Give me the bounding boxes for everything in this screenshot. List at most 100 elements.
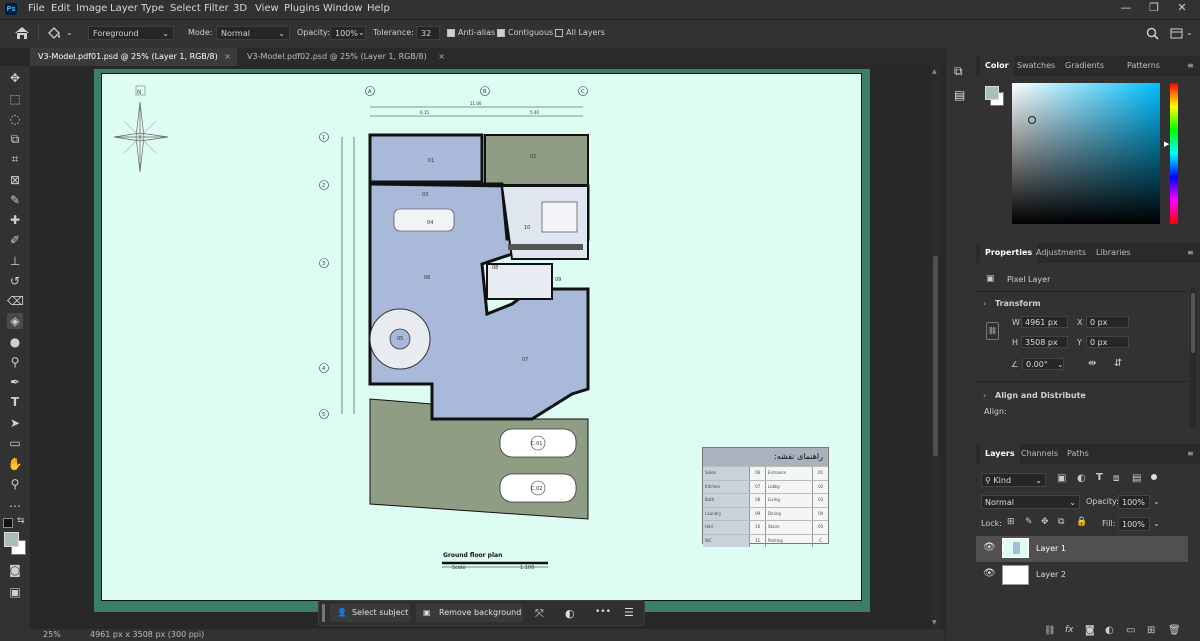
settings-sliders-icon[interactable]: ☰	[624, 606, 634, 619]
workspace-chevron-icon[interactable]: ⌄	[1186, 28, 1193, 37]
lock-all-icon[interactable]: 🔒	[1076, 517, 1087, 527]
tab-color[interactable]: Color	[980, 56, 1014, 76]
document-sheet[interactable]: N A B C 11.00 6.15 5.40 1 2 3 4 5 C.01 C…	[101, 73, 862, 601]
menu-type[interactable]: Type	[141, 3, 164, 14]
frame-tool-icon[interactable]: ⊠	[7, 172, 23, 188]
move-tool-icon[interactable]: ✥	[7, 70, 23, 86]
hue-slider-handle-icon[interactable]: ▶	[1164, 140, 1169, 148]
lock-image-icon[interactable]: ✎	[1025, 517, 1033, 527]
height-input[interactable]: 3508 px	[1021, 336, 1068, 348]
screen-mode-icon[interactable]: ▣	[7, 584, 23, 600]
select-subject-button[interactable]: 👤 Select subject	[330, 604, 410, 622]
menu-edit[interactable]: Edit	[51, 3, 70, 14]
opacity-chevron-icon[interactable]: ⌄	[1153, 497, 1160, 506]
dodge-tool-icon[interactable]: ⚲	[7, 354, 23, 370]
filter-toggle-icon[interactable]	[1151, 474, 1157, 480]
canvas-area[interactable]: N A B C 11.00 6.15 5.40 1 2 3 4 5 C.01 C…	[30, 66, 945, 629]
filter-smart-object-icon[interactable]: ▤	[1132, 473, 1141, 484]
fill-chevron-icon[interactable]: ⌄	[1153, 519, 1160, 528]
tab-swatches[interactable]: Swatches	[1012, 56, 1060, 76]
flip-horizontal-icon[interactable]: ⇹	[1088, 358, 1096, 369]
lock-transparent-icon[interactable]: ⊞	[1007, 517, 1015, 527]
properties-scrollbar-thumb[interactable]	[1191, 293, 1195, 353]
history-panel-icon[interactable]: ⧉	[954, 64, 963, 79]
close-icon[interactable]: ×	[438, 48, 445, 66]
hand-tool-icon[interactable]: ✋	[7, 456, 23, 472]
comments-panel-icon[interactable]: ▤	[954, 88, 965, 102]
layer-opacity-input[interactable]: 100%	[1118, 495, 1150, 509]
angle-chevron-icon[interactable]: ⌄	[1057, 360, 1064, 369]
rectangle-tool-icon[interactable]: ▭	[7, 435, 23, 451]
default-colors-icon[interactable]	[3, 518, 13, 528]
adjustment-icon[interactable]: ◐	[1105, 625, 1114, 636]
scroll-up-icon[interactable]: ▲	[932, 68, 937, 75]
panel-menu-icon[interactable]: ≡	[1182, 243, 1199, 263]
tab-paths[interactable]: Paths	[1062, 444, 1094, 464]
color-picker-cursor[interactable]	[1028, 116, 1036, 124]
panel-menu-icon[interactable]: ≡	[1182, 444, 1199, 464]
foreground-color-swatch[interactable]	[4, 532, 19, 547]
tab-document-2[interactable]: V3-Model.pdf02.psd @ 25% (Layer 1, RGB/8…	[239, 48, 451, 66]
drag-handle-icon[interactable]	[322, 604, 325, 622]
marquee-tool-icon[interactable]: ⬚	[7, 91, 23, 107]
y-input[interactable]: 0 px	[1086, 336, 1129, 348]
filter-pixel-icon[interactable]: ▣	[1057, 473, 1066, 484]
blur-tool-icon[interactable]: ●	[7, 334, 23, 350]
paint-bucket-icon[interactable]	[46, 25, 62, 41]
all-layers-checkbox[interactable]	[555, 29, 563, 37]
tool-preset-chevron-icon[interactable]: ⌄	[66, 28, 73, 37]
hue-slider[interactable]	[1170, 83, 1178, 224]
workspace-icon[interactable]	[1170, 27, 1183, 40]
history-brush-tool-icon[interactable]: ↺	[7, 273, 23, 289]
more-tools-icon[interactable]: ⋯	[7, 498, 23, 514]
menu-layer[interactable]: Layer	[110, 3, 138, 14]
blend-mode-select[interactable]: Normal ⌄	[981, 495, 1080, 509]
remove-background-button[interactable]: ▣ Remove background	[416, 604, 523, 622]
home-icon[interactable]	[14, 26, 30, 40]
document-info[interactable]: 4961 px x 3508 px (300 ppi)	[90, 630, 204, 639]
fill-source-select[interactable]: Foreground ⌄	[88, 26, 174, 40]
search-icon[interactable]	[1146, 27, 1159, 40]
opacity-chevron-icon[interactable]: ⌄	[358, 28, 365, 37]
antialias-checkbox[interactable]	[447, 29, 455, 37]
filter-shape-icon[interactable]: ⧈	[1113, 473, 1119, 484]
zoom-tool-icon[interactable]: ⚲	[7, 476, 23, 492]
trash-icon[interactable]: 🗑	[1168, 625, 1181, 636]
eraser-tool-icon[interactable]: ⌫	[7, 293, 24, 309]
filter-adjustment-icon[interactable]: ◐	[1077, 473, 1086, 484]
panel-menu-icon[interactable]: ≡	[1182, 56, 1199, 76]
contiguous-checkbox[interactable]	[497, 29, 505, 37]
fx-icon[interactable]: fx	[1065, 625, 1074, 635]
menu-plugins[interactable]: Plugins	[284, 3, 320, 14]
lasso-tool-icon[interactable]: ◌	[7, 111, 23, 127]
transform-chevron-icon[interactable]: ›	[983, 299, 986, 308]
width-input[interactable]: 4961 px	[1021, 316, 1068, 328]
healing-brush-tool-icon[interactable]: ✚	[7, 212, 23, 228]
clone-stamp-tool-icon[interactable]: ⊥	[7, 253, 23, 269]
crop-tool-icon[interactable]: ⌗	[7, 151, 23, 167]
flip-vertical-icon[interactable]: ⇵	[1114, 358, 1122, 369]
adjust-icon[interactable]: ◐	[565, 607, 575, 620]
filter-type-icon[interactable]: T	[1096, 472, 1103, 483]
layer-row-layer-2[interactable]: 👁 Layer 2	[976, 562, 1188, 588]
visibility-eye-icon[interactable]: 👁	[983, 568, 996, 579]
tab-document-1[interactable]: V3-Model.pdf01.psd @ 25% (Layer 1, RGB/8…	[30, 48, 237, 66]
layer-name[interactable]: Layer 2	[1036, 570, 1066, 579]
brush-tool-icon[interactable]: ✐	[7, 232, 23, 248]
tab-libraries[interactable]: Libraries	[1091, 243, 1136, 263]
swap-colors-icon[interactable]: ⇆	[17, 516, 25, 526]
visibility-eye-icon[interactable]: 👁	[983, 542, 996, 553]
layer-name[interactable]: Layer 1	[1036, 544, 1066, 553]
transform-icon[interactable]: ⤧	[535, 607, 544, 621]
type-tool-icon[interactable]: T	[7, 394, 23, 410]
layer-row-layer-1[interactable]: 👁 Layer 1	[976, 536, 1188, 562]
menu-help[interactable]: Help	[367, 3, 390, 14]
minimize-icon[interactable]: —	[1112, 1, 1140, 17]
menu-filter[interactable]: Filter	[204, 3, 229, 14]
more-options-icon[interactable]: •••	[595, 607, 611, 617]
object-selection-tool-icon[interactable]: ⧉	[7, 131, 23, 147]
align-chevron-icon[interactable]: ›	[983, 391, 986, 400]
new-layer-icon[interactable]: ⊞	[1147, 625, 1155, 636]
tolerance-input[interactable]: 32	[416, 26, 440, 40]
eyedropper-tool-icon[interactable]: ✎	[7, 192, 23, 208]
